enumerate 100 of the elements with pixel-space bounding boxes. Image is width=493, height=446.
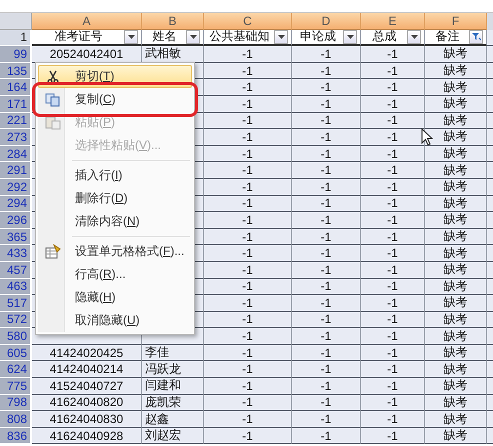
table-cell: -1 (204, 262, 292, 278)
row-number[interactable]: 463 (0, 278, 32, 296)
table-cell: -1 (292, 344, 361, 362)
row-number[interactable]: 291 (0, 162, 32, 179)
row-number[interactable]: 808 (0, 411, 32, 428)
table-cell: -1 (361, 129, 425, 146)
row-number[interactable]: 164 (0, 79, 32, 96)
table-cell: -1 (361, 46, 425, 63)
table-cell: -1 (292, 96, 361, 113)
dropdown-arrow-icon (190, 34, 196, 39)
table-cell: 缺考 (425, 46, 487, 63)
table-cell: 缺考 (425, 162, 487, 179)
table-cell: -1 (361, 228, 425, 246)
menu-item[interactable]: 插入行(I) (38, 164, 192, 187)
menu-item[interactable]: 隐藏(H) (38, 286, 192, 309)
table-cell: 武相敏 (142, 46, 204, 63)
row-number[interactable]: 294 (0, 196, 32, 212)
table-cell: -1 (292, 146, 361, 162)
column-header[interactable]: B (142, 13, 204, 30)
table-cell: 闫建和 (142, 378, 204, 395)
table-cell: -1 (292, 278, 361, 296)
table-cell: -1 (361, 245, 425, 262)
dropdown-arrow-icon (346, 34, 354, 39)
table-cell: -1 (361, 62, 425, 80)
dropdown-button[interactable] (274, 30, 288, 44)
table-cell: -1 (361, 96, 425, 113)
menu-item[interactable]: 设置单元格格式(F)... (38, 240, 192, 263)
filter-button[interactable] (469, 30, 483, 44)
row-number[interactable]: 171 (0, 96, 32, 113)
table-cell: -1 (204, 428, 292, 444)
table-cell: -1 (204, 96, 292, 113)
row-number[interactable]: 457 (0, 262, 32, 278)
row-number[interactable]: 365 (0, 228, 32, 246)
dropdown-button[interactable] (186, 30, 200, 44)
row-number[interactable]: 221 (0, 112, 32, 130)
format-cells-icon (45, 244, 61, 259)
header-text: 公共基础知 (208, 30, 270, 44)
table-cell: -1 (292, 62, 361, 80)
table-cell: -1 (361, 278, 425, 296)
row-number[interactable]: 572 (0, 312, 32, 328)
table-cell: -1 (361, 212, 425, 229)
menu-item[interactable]: 复制(C) (38, 88, 192, 111)
row-number[interactable]: 292 (0, 178, 32, 196)
column-header[interactable]: C (204, 13, 292, 30)
menu-item[interactable]: 清除内容(N) (38, 210, 192, 233)
row-number[interactable]: 296 (0, 212, 32, 229)
table-cell: -1 (204, 178, 292, 196)
row-number[interactable]: 433 (0, 245, 32, 262)
row-number[interactable]: 273 (0, 129, 32, 146)
table-cell: 缺考 (425, 79, 487, 96)
table-cell: -1 (292, 79, 361, 96)
dropdown-button[interactable] (343, 30, 357, 44)
header-text: 姓名 (152, 30, 178, 44)
row-number[interactable]: 1 (0, 30, 32, 46)
table-cell: -1 (292, 112, 361, 130)
mouse-pointer-icon (421, 128, 433, 146)
row-number[interactable]: 775 (0, 378, 32, 395)
copy-icon (45, 92, 61, 106)
table-cell: -1 (204, 79, 292, 96)
table-cell: -1 (292, 245, 361, 262)
table-cell: 41624040820 (32, 394, 142, 412)
table-cell: 缺考 (425, 328, 487, 345)
table-cell: -1 (204, 328, 292, 345)
table-cell: -1 (292, 295, 361, 312)
table-cell: -1 (361, 428, 425, 444)
row-number[interactable]: 284 (0, 146, 32, 162)
column-header[interactable]: E (361, 13, 425, 30)
table-cell: -1 (204, 129, 292, 146)
menu-item[interactable]: 取消隐藏(U) (38, 309, 192, 332)
row-number[interactable]: 135 (0, 62, 32, 80)
menu-item[interactable]: 行高(R)... (38, 263, 192, 286)
table-cell: 缺考 (425, 96, 487, 113)
row-number[interactable]: 798 (0, 394, 32, 412)
table-cell: -1 (292, 378, 361, 395)
row-number[interactable]: 517 (0, 295, 32, 312)
table-cell: -1 (361, 411, 425, 428)
table-cell: -1 (292, 394, 361, 412)
table-cell: -1 (204, 378, 292, 395)
header-text: 申论成 (299, 30, 337, 44)
row-number[interactable]: 624 (0, 361, 32, 378)
menu-item[interactable]: 删除行(D) (38, 187, 192, 210)
column-header[interactable]: D (292, 13, 361, 30)
table-cell: 缺考 (425, 411, 487, 428)
row-number[interactable]: 99 (0, 46, 32, 63)
table-cell: 41624040928 (32, 428, 142, 444)
row-number[interactable]: 605 (0, 344, 32, 362)
table-cell: 缺考 (425, 228, 487, 246)
dropdown-button[interactable] (124, 30, 138, 44)
row-number[interactable]: 580 (0, 328, 32, 345)
table-cell: -1 (204, 344, 292, 362)
row-number[interactable]: 836 (0, 428, 32, 444)
table-cell: -1 (204, 146, 292, 162)
dropdown-button[interactable] (407, 30, 421, 44)
table-cell: -1 (361, 112, 425, 130)
column-header[interactable]: A (32, 13, 142, 30)
table-cell: -1 (361, 262, 425, 278)
table-cell: 缺考 (425, 146, 487, 162)
table-cell: 缺考 (425, 196, 487, 212)
table-cell: -1 (361, 79, 425, 96)
column-header[interactable]: F (425, 13, 487, 30)
